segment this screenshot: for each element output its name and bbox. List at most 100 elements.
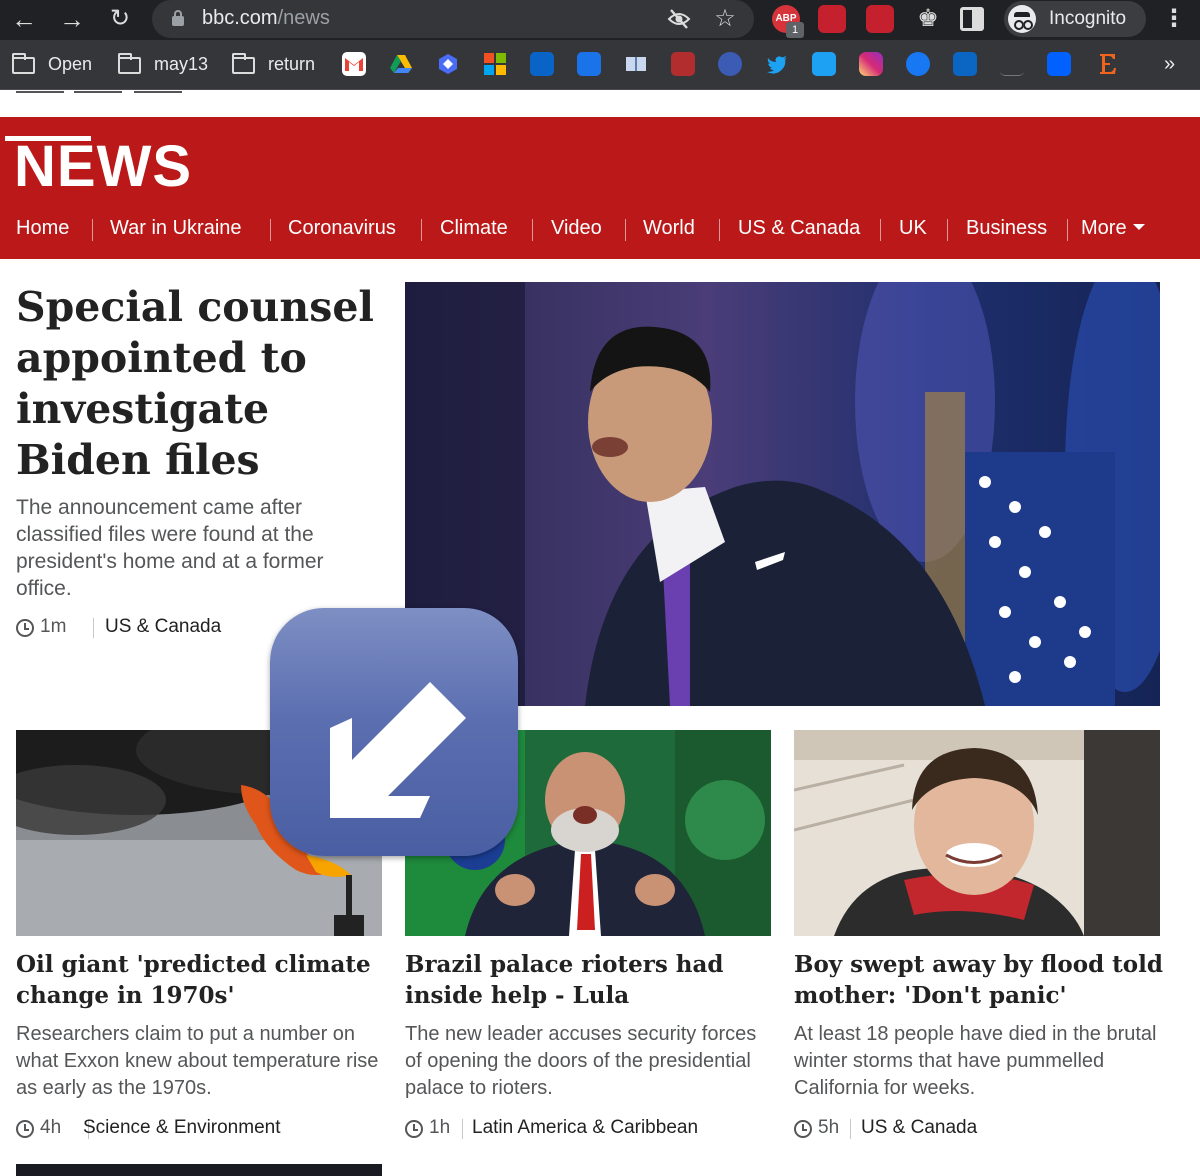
etsy-bookmark-icon[interactable] [1096, 52, 1120, 76]
card-1-section-link[interactable]: Science & Environment [83, 1117, 281, 1139]
arrow-overlay-button[interactable] [270, 608, 518, 856]
folder-icon [12, 53, 35, 74]
gmail-bookmark-icon[interactable] [342, 52, 366, 76]
dropbox-bookmark-icon[interactable] [1047, 52, 1071, 76]
forward-icon[interactable]: → [56, 4, 88, 36]
card-3-time: 5h [818, 1117, 840, 1138]
nav-separator [421, 219, 422, 241]
nav-separator [92, 219, 93, 241]
nav-item-business[interactable]: Business [966, 217, 1047, 257]
url-text: bbc.com/news [202, 7, 330, 29]
card-2-headline[interactable]: Brazil palace rioters had inside help - … [405, 949, 775, 1011]
microsoft-bookmark-icon[interactable] [483, 52, 507, 76]
clock-icon [16, 619, 34, 637]
incognito-label: Incognito [1049, 8, 1127, 29]
extension-badge: 1 [786, 22, 804, 38]
twitter-square-bookmark-icon[interactable] [812, 52, 836, 76]
nav-item-war-in-ukraine[interactable]: War in Ukraine [110, 217, 242, 257]
mendeley-extension-icon-2[interactable] [866, 5, 894, 33]
nav-item-us-canada[interactable]: US & Canada [738, 217, 860, 257]
nav-item-uk[interactable]: UK [899, 217, 927, 257]
clock-icon [794, 1120, 812, 1138]
card-2-summary: The new leader accuses security forces o… [405, 1023, 757, 1099]
kebab-menu-icon[interactable]: ⋮ [1162, 4, 1186, 36]
card-3-summary: At least 18 people have died in the brut… [794, 1023, 1157, 1099]
outlook-bookmark-icon[interactable] [530, 52, 554, 76]
nav-active-indicator [5, 136, 91, 141]
hero-meta: 1m US & Canada [16, 616, 276, 640]
card-2-meta: 1h Latin America & Caribbean [405, 1117, 775, 1141]
browser-toolbar: ← → ↻ bbc.com/news ☆ ABP 1 ♚ Incognito ⋮ [0, 0, 1200, 40]
book-bookmark-icon[interactable] [624, 52, 648, 76]
hero-time: 1m [40, 616, 67, 637]
card-1-time: 4h [40, 1117, 62, 1138]
meta-separator [850, 1119, 851, 1139]
folder-icon [118, 53, 141, 74]
next-story-image[interactable] [16, 1164, 382, 1176]
back-icon[interactable]: ← [8, 4, 40, 36]
reload-icon[interactable]: ↻ [104, 4, 136, 36]
news-logo[interactable]: NEWS [14, 133, 192, 200]
twitter-bookmark-icon[interactable] [765, 52, 789, 76]
card-2-time: 1h [429, 1117, 451, 1138]
address-bar[interactable]: bbc.com/news ☆ [152, 0, 754, 38]
top-strip [0, 91, 1200, 117]
nav-separator [625, 219, 626, 241]
nav-more-label: More [1081, 217, 1127, 239]
linkedin-bookmark-icon[interactable] [953, 52, 977, 76]
strip-mark [134, 91, 182, 93]
lock-icon [172, 10, 184, 26]
facebook-bookmark-icon[interactable] [906, 52, 930, 76]
instagram-bookmark-icon[interactable] [859, 52, 883, 76]
star-icon[interactable]: ☆ [712, 6, 738, 32]
meta-separator [462, 1119, 463, 1139]
bookmark-label: may13 [154, 54, 209, 74]
outlook-mail-bookmark-icon[interactable] [577, 52, 601, 76]
section-nav: Home War in Ukraine Coronavirus Climate … [0, 211, 1200, 257]
side-panel-icon[interactable] [960, 7, 984, 31]
card-3-section-link[interactable]: US & Canada [861, 1117, 977, 1139]
folder-icon [232, 53, 255, 74]
zoom-bookmark-icon[interactable] [1000, 52, 1024, 76]
nav-separator [880, 219, 881, 241]
strip-mark [74, 91, 122, 93]
eye-off-icon[interactable] [666, 6, 692, 32]
incognito-icon [1008, 5, 1036, 33]
incognito-profile-chip[interactable]: Incognito [1004, 1, 1146, 37]
caret-down-icon [1132, 224, 1145, 231]
drive-bookmark-icon[interactable] [389, 52, 413, 76]
bookmark-label: return [268, 54, 316, 74]
nav-separator [1067, 219, 1068, 241]
card-1-summary: Researchers claim to put a number on wha… [16, 1023, 379, 1099]
nav-separator [270, 219, 271, 241]
arrow-down-left-icon [330, 682, 466, 818]
mendeley-extension-icon[interactable] [818, 5, 846, 33]
card-3-meta: 5h US & Canada [794, 1117, 1162, 1141]
nav-separator [532, 219, 533, 241]
card-3-image[interactable] [794, 730, 1160, 936]
hero-headline[interactable]: Special counsel appointed to investigate… [16, 282, 386, 486]
card-3-headline[interactable]: Boy swept away by flood told mother: 'Do… [794, 949, 1164, 1011]
nav-item-home[interactable]: Home [16, 217, 69, 257]
nav-item-world[interactable]: World [643, 217, 695, 257]
university-bookmark-icon[interactable] [671, 52, 695, 76]
nav-item-video[interactable]: Video [551, 217, 602, 257]
nav-item-coronavirus[interactable]: Coronavirus [288, 217, 396, 257]
news-masthead: NEWS Home War in Ukraine Coronavirus Cli… [0, 117, 1200, 259]
nav-item-more[interactable]: More [1081, 217, 1145, 257]
bookmark-label: Open [48, 54, 93, 74]
app-bookmark-icon[interactable] [436, 52, 460, 76]
bookmarks-overflow-button[interactable]: » [1164, 52, 1175, 76]
hero-section-link[interactable]: US & Canada [105, 616, 221, 638]
clock-icon [405, 1120, 423, 1138]
card-1-headline[interactable]: Oil giant 'predicted climate change in 1… [16, 949, 386, 1011]
nav-item-climate[interactable]: Climate [440, 217, 508, 257]
hero-summary: The announcement came after classified f… [16, 496, 324, 600]
gear-bookmark-icon[interactable] [718, 52, 742, 76]
nav-separator [947, 219, 948, 241]
hero-image[interactable] [405, 282, 1160, 706]
puzzle-icon[interactable]: ♚ [914, 5, 942, 33]
meta-separator [93, 618, 94, 638]
strip-mark [16, 91, 64, 93]
card-2-section-link[interactable]: Latin America & Caribbean [472, 1117, 698, 1139]
